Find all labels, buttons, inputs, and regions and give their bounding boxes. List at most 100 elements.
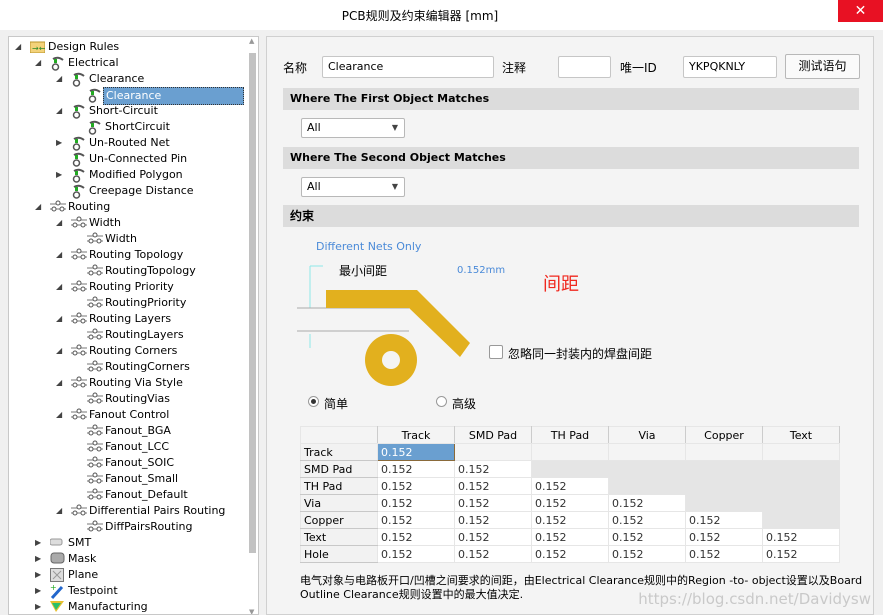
tree-item[interactable]: ◢ →← Design Rules — [9, 39, 249, 55]
tree-item[interactable]: Fanout_Small — [9, 471, 249, 487]
collapse-toggle-icon[interactable]: ◢ — [15, 39, 25, 55]
tree-item[interactable]: RoutingPriority — [9, 295, 249, 311]
comment-input[interactable] — [558, 56, 611, 78]
advanced-radio[interactable] — [436, 396, 447, 407]
unique-id-input[interactable]: YKPQKNLY — [683, 56, 777, 78]
collapse-toggle-icon[interactable]: ◢ — [35, 199, 45, 215]
clearance-cell[interactable]: 0.152 — [608, 545, 686, 563]
collapse-toggle-icon[interactable]: ◢ — [56, 503, 66, 519]
rules-tree[interactable]: ▲ ▼ ◢ →← Design Rules ◢ Electrical ◢ Clearance… — [8, 36, 259, 615]
clearance-cell[interactable]: 0.152 — [531, 528, 609, 546]
expand-toggle-icon[interactable]: ▶ — [35, 583, 45, 599]
second-match-select[interactable]: All ▼ — [301, 177, 405, 197]
collapse-toggle-icon[interactable]: ◢ — [56, 71, 66, 87]
net-scope-label[interactable]: Different Nets Only — [316, 240, 421, 253]
expand-toggle-icon[interactable]: ▶ — [35, 599, 45, 614]
clearance-cell[interactable]: 0.152 — [377, 545, 455, 563]
test-query-button[interactable]: 测试语句 — [785, 54, 860, 79]
tree-item[interactable]: Width — [9, 231, 249, 247]
tree-item[interactable]: ◢ Routing Priority — [9, 279, 249, 295]
tree-item[interactable]: Fanout_SOIC — [9, 455, 249, 471]
tree-item[interactable]: Creepage Distance — [9, 183, 249, 199]
tree-item[interactable]: ◢ Routing — [9, 199, 249, 215]
tree-item[interactable]: ◢ Routing Topology — [9, 247, 249, 263]
clearance-cell[interactable]: 0.152 — [377, 511, 455, 529]
tree-item[interactable]: DiffPairsRouting — [9, 519, 249, 535]
tree-item[interactable]: ▶ Un-Routed Net — [9, 135, 249, 151]
clearance-cell[interactable]: 0.152 — [377, 477, 455, 495]
collapse-toggle-icon[interactable]: ◢ — [56, 279, 66, 295]
tree-item[interactable]: ▶ + Testpoint — [9, 583, 249, 600]
tree-item[interactable]: ▶ Mask — [9, 551, 249, 567]
clearance-cell[interactable]: 0.152 — [531, 477, 609, 495]
scroll-up-icon[interactable]: ▲ — [249, 37, 254, 45]
clearance-cell[interactable]: 0.152 — [685, 528, 763, 546]
scrollbar-thumb[interactable] — [249, 53, 256, 553]
clearance-cell[interactable]: 0.152 — [454, 545, 532, 563]
tree-item[interactable]: Fanout_LCC — [9, 439, 249, 455]
tree-item[interactable]: ◢ Routing Via Style — [9, 375, 249, 391]
collapse-toggle-icon[interactable]: ◢ — [56, 343, 66, 359]
tree-item[interactable]: Un-Connected Pin — [9, 151, 249, 167]
simple-radio[interactable] — [308, 396, 319, 407]
tree-item[interactable]: Clearance — [9, 87, 249, 105]
tree-item[interactable]: RoutingVias — [9, 391, 249, 407]
clearance-cell[interactable]: 0.152 — [454, 511, 532, 529]
clearance-cell[interactable]: 0.152 — [531, 511, 609, 529]
row-header: SMD Pad — [300, 460, 378, 478]
tree-item[interactable]: ◢ Electrical — [9, 55, 249, 71]
tree-item[interactable]: ◢ Short-Circuit — [9, 103, 249, 119]
clearance-cell[interactable]: 0.152 — [377, 494, 455, 512]
tree-item[interactable]: ▶ Modified Polygon — [9, 167, 249, 183]
collapse-toggle-icon[interactable]: ◢ — [56, 311, 66, 327]
scroll-down-icon[interactable]: ▼ — [249, 608, 254, 614]
clearance-cell[interactable]: 0.152 — [454, 528, 532, 546]
clearance-cell[interactable]: 0.152 — [608, 494, 686, 512]
tree-item[interactable]: ◢ Fanout Control — [9, 407, 249, 423]
clearance-cell[interactable]: 0.152 — [377, 528, 455, 546]
tree-item[interactable]: ◢ Width — [9, 215, 249, 231]
tree-item[interactable]: Fanout_BGA — [9, 423, 249, 439]
collapse-toggle-icon[interactable]: ◢ — [56, 247, 66, 263]
collapse-toggle-icon[interactable]: ◢ — [56, 215, 66, 231]
tree-item[interactable]: ◢ Routing Corners — [9, 343, 249, 359]
clearance-cell[interactable]: 0.152 — [762, 545, 840, 563]
clearance-cell[interactable]: 0.152 — [685, 511, 763, 529]
clearance-cell[interactable]: 0.152 — [377, 443, 455, 461]
expand-toggle-icon[interactable]: ▶ — [35, 535, 45, 551]
tree-item[interactable]: Fanout_Default — [9, 487, 249, 503]
tree-item[interactable]: ◢ Routing Layers — [9, 311, 249, 327]
collapse-toggle-icon[interactable]: ◢ — [56, 407, 66, 423]
expand-toggle-icon[interactable]: ▶ — [56, 135, 66, 151]
expand-toggle-icon[interactable]: ▶ — [35, 567, 45, 583]
expand-toggle-icon[interactable]: ▶ — [56, 167, 66, 183]
tree-item[interactable]: ◢ Clearance — [9, 71, 249, 87]
collapse-toggle-icon[interactable]: ◢ — [56, 375, 66, 391]
clearance-cell[interactable]: 0.152 — [454, 494, 532, 512]
clearance-cell[interactable]: 0.152 — [762, 528, 840, 546]
clearance-cell[interactable]: 0.152 — [531, 494, 609, 512]
clearance-cell[interactable]: 0.152 — [377, 460, 455, 478]
clearance-cell[interactable]: 0.152 — [608, 528, 686, 546]
tree-item[interactable]: ▶ SMT — [9, 535, 249, 551]
clearance-cell[interactable]: 0.152 — [531, 545, 609, 563]
first-match-select[interactable]: All ▼ — [301, 118, 405, 138]
clearance-cell[interactable]: 0.152 — [608, 511, 686, 529]
clearance-cell[interactable]: 0.152 — [454, 477, 532, 495]
name-input[interactable]: Clearance — [322, 56, 494, 78]
clearance-cell[interactable]: 0.152 — [454, 460, 532, 478]
expand-toggle-icon[interactable]: ▶ — [35, 551, 45, 567]
tree-item[interactable]: ▶ Manufacturing — [9, 599, 249, 614]
tree-item[interactable]: ◢ Differential Pairs Routing — [9, 503, 249, 519]
tree-item[interactable]: RoutingTopology — [9, 263, 249, 279]
tree-scrollbar[interactable]: ▲ ▼ — [249, 37, 257, 614]
clearance-cell[interactable]: 0.152 — [685, 545, 763, 563]
tree-item[interactable]: ▶ Plane — [9, 567, 249, 583]
collapse-toggle-icon[interactable]: ◢ — [56, 103, 66, 119]
close-button[interactable]: ✕ — [838, 0, 883, 22]
ignore-pads-checkbox[interactable] — [489, 345, 503, 359]
collapse-toggle-icon[interactable]: ◢ — [35, 55, 45, 71]
tree-item[interactable]: RoutingCorners — [9, 359, 249, 375]
tree-item[interactable]: ShortCircuit — [9, 119, 249, 135]
tree-item[interactable]: RoutingLayers — [9, 327, 249, 343]
